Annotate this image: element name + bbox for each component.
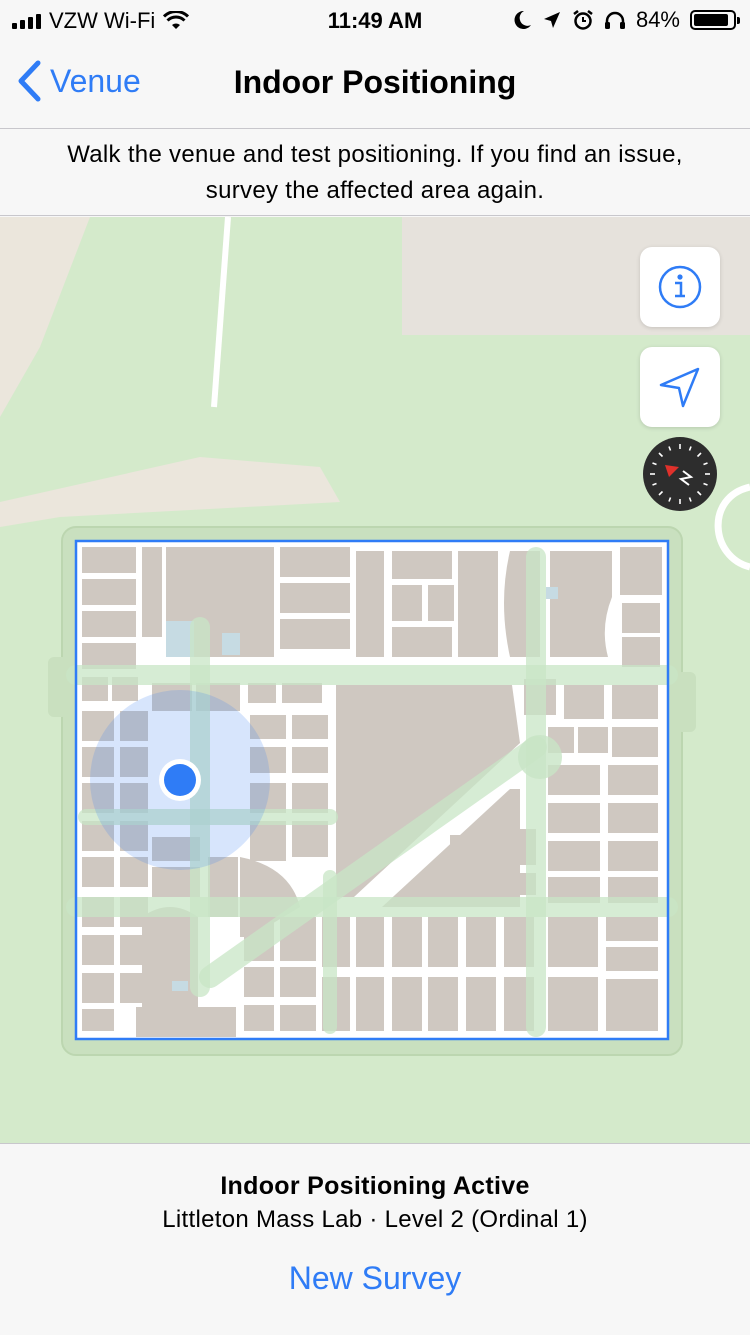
venue-right-tab — [676, 672, 696, 732]
page-title: Indoor Positioning — [233, 64, 517, 100]
info-button[interactable] — [640, 247, 720, 327]
map-sand-area — [0, 217, 90, 417]
venue-level-label: Littleton Mass Lab · Level 2 (Ordinal 1) — [162, 1206, 588, 1233]
location-icon — [543, 12, 560, 28]
map-path — [211, 217, 231, 408]
moon-icon — [514, 10, 531, 29]
venue-map[interactable] — [0, 217, 750, 1143]
map-canvas[interactable] — [0, 217, 750, 1143]
map-room-accent — [166, 621, 194, 657]
alarm-icon — [573, 10, 593, 30]
compass-button[interactable] — [643, 437, 717, 511]
user-location-dot-core — [164, 764, 196, 796]
status-right: 84% — [514, 7, 740, 33]
location-arrow-icon — [659, 367, 700, 408]
map-path-curve — [714, 483, 750, 571]
compass-icon — [650, 444, 710, 504]
positioning-status-title: Indoor Positioning Active — [220, 1172, 530, 1200]
track-location-button[interactable] — [640, 347, 720, 427]
info-icon — [658, 265, 702, 309]
map-junction — [518, 735, 562, 779]
navigation-bar: Venue Indoor Positioning — [0, 40, 750, 129]
instruction-banner: Walk the venue and test positioning. If … — [0, 129, 750, 216]
instruction-line-1: Walk the venue and test positioning. If … — [67, 141, 683, 168]
map-room-accent — [222, 633, 240, 655]
bottom-panel: Indoor Positioning Active Littleton Mass… — [0, 1143, 750, 1335]
battery-icon — [690, 10, 740, 30]
map-room-accent — [172, 981, 188, 991]
instruction-line-2: survey the affected area again. — [205, 177, 545, 204]
new-survey-button[interactable]: New Survey — [0, 1260, 750, 1297]
headphones-icon — [604, 11, 625, 29]
battery-percent: 84% — [635, 7, 680, 32]
map-road — [0, 457, 340, 527]
map-room-accent — [546, 587, 558, 599]
venue-left-tab — [48, 657, 68, 717]
status-bar: VZW Wi-Fi 11:49 AM 84% — [0, 0, 750, 40]
